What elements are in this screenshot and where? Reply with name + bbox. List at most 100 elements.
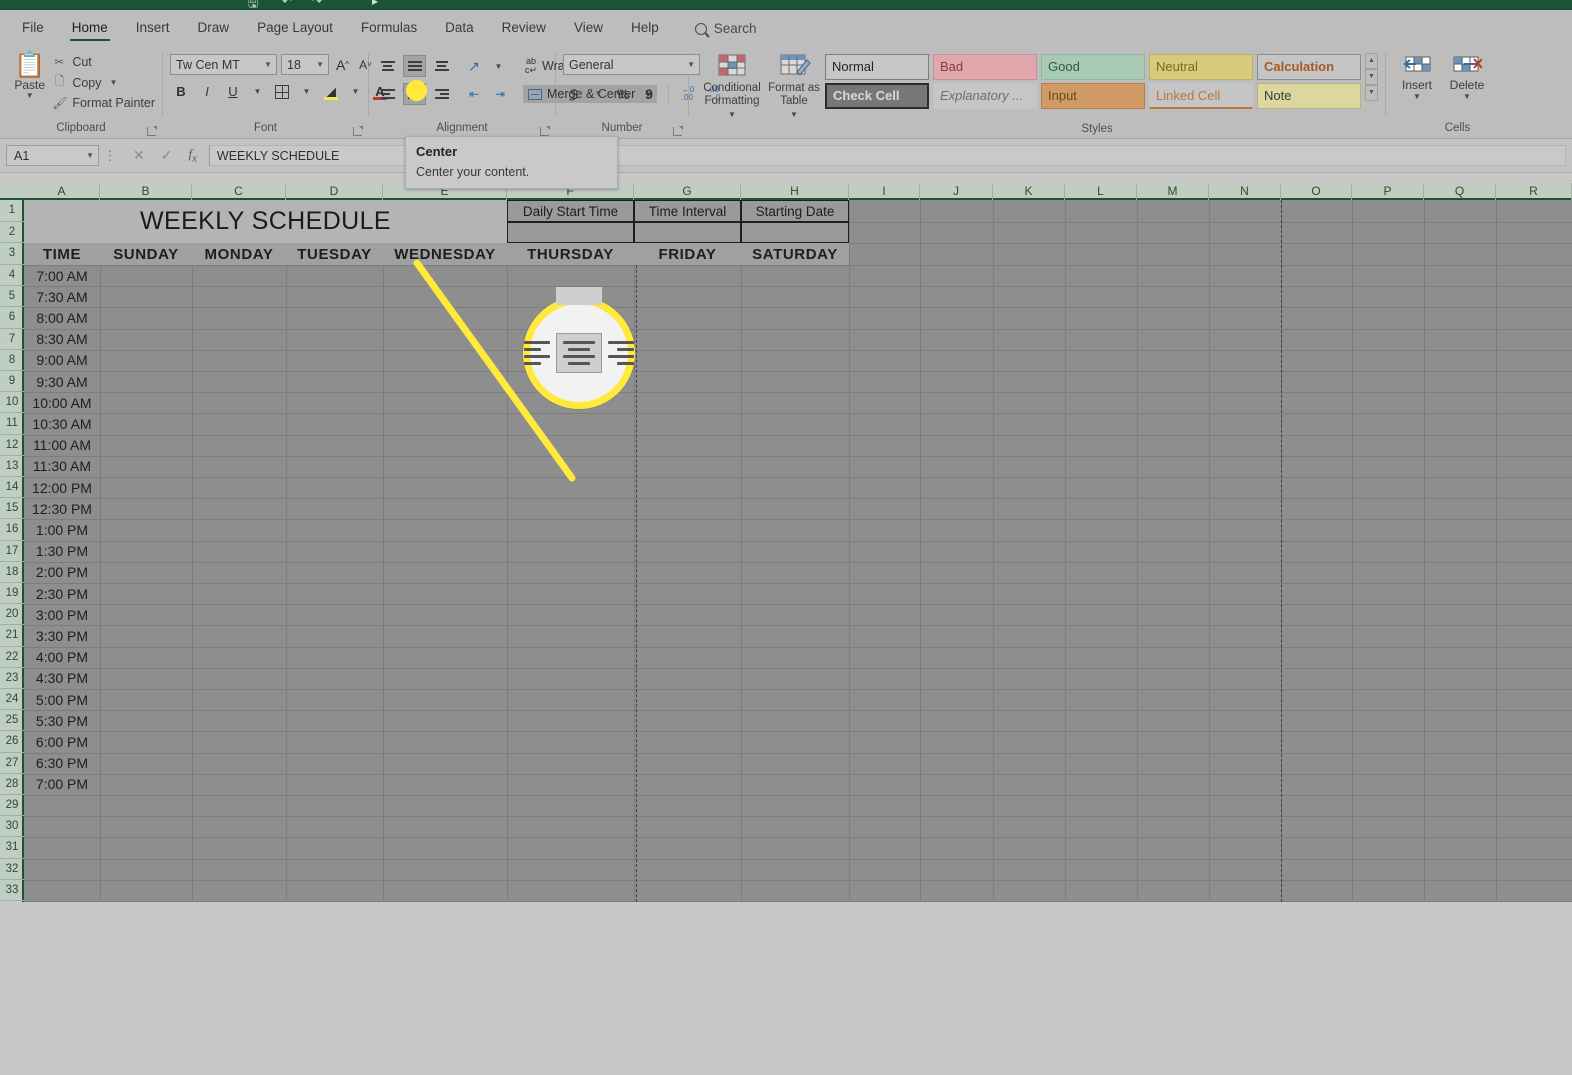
- row-header-11[interactable]: 11: [0, 413, 24, 435]
- decrease-indent-button[interactable]: ⇤: [463, 84, 485, 105]
- align-right-button[interactable]: [430, 83, 453, 105]
- align-middle-button[interactable]: [403, 55, 426, 77]
- scroll-up-icon[interactable]: ▲: [1365, 53, 1378, 69]
- cell-style-good[interactable]: Good: [1041, 54, 1145, 80]
- day-header-thursday[interactable]: THURSDAY: [507, 243, 634, 265]
- column-header-R[interactable]: R: [1496, 183, 1572, 200]
- time-cell[interactable]: 3:30 PM: [24, 625, 100, 646]
- row-header-17[interactable]: 17: [0, 541, 24, 562]
- borders-icon[interactable]: [271, 81, 293, 102]
- time-cell[interactable]: 1:00 PM: [24, 519, 100, 540]
- time-cell[interactable]: 12:00 PM: [24, 477, 100, 498]
- column-header-P[interactable]: P: [1352, 183, 1424, 200]
- row-header-7[interactable]: 7: [0, 329, 24, 350]
- column-header-K[interactable]: K: [993, 183, 1065, 200]
- currency-format-button[interactable]: $: [563, 83, 585, 104]
- time-cell[interactable]: 11:30 AM: [24, 456, 100, 477]
- column-header-L[interactable]: L: [1065, 183, 1137, 200]
- italic-button[interactable]: I: [196, 81, 218, 102]
- time-cell[interactable]: 2:00 PM: [24, 562, 100, 583]
- column-header-A[interactable]: A: [24, 183, 100, 200]
- time-cell[interactable]: 5:30 PM: [24, 710, 100, 731]
- number-format-combo[interactable]: General ▼: [563, 54, 700, 75]
- tab-insert[interactable]: Insert: [122, 14, 184, 43]
- confirm-icon[interactable]: ✓: [161, 147, 173, 164]
- increase-font-size-button[interactable]: A ^: [333, 54, 352, 75]
- row-header-2[interactable]: 2: [0, 222, 24, 243]
- row-header-29[interactable]: 29: [0, 795, 24, 817]
- column-header-G[interactable]: G: [634, 183, 741, 200]
- tab-view[interactable]: View: [560, 14, 617, 43]
- time-cell[interactable]: 9:00 AM: [24, 350, 100, 371]
- row-header-16[interactable]: 16: [0, 519, 24, 541]
- column-header-N[interactable]: N: [1209, 183, 1281, 200]
- row-header-12[interactable]: 12: [0, 435, 24, 456]
- font-size-combo[interactable]: 18 ▼: [281, 54, 329, 75]
- time-cell[interactable]: 6:00 PM: [24, 731, 100, 752]
- cell-style-check-cell[interactable]: Check Cell: [825, 83, 929, 109]
- undo-icon[interactable]: ↶: [282, 0, 292, 8]
- row-header-30[interactable]: 30: [0, 816, 24, 838]
- time-cell[interactable]: 2:30 PM: [24, 583, 100, 604]
- row-header-28[interactable]: 28: [0, 774, 24, 795]
- param-value-2[interactable]: [634, 222, 741, 243]
- row-header-14[interactable]: 14: [0, 477, 24, 499]
- row-header-21[interactable]: 21: [0, 625, 24, 647]
- day-header-tuesday[interactable]: TUESDAY: [286, 243, 383, 265]
- cell-style-neutral[interactable]: Neutral: [1149, 54, 1253, 80]
- row-header-24[interactable]: 24: [0, 689, 24, 711]
- format-painter-button[interactable]: 🖌 Format Painter: [52, 96, 155, 110]
- column-header-J[interactable]: J: [920, 183, 993, 200]
- row-header-4[interactable]: 4: [0, 265, 24, 287]
- time-cell[interactable]: 9:30 AM: [24, 371, 100, 392]
- font-name-combo[interactable]: Tw Cen MT ▼: [170, 54, 277, 75]
- column-header-O[interactable]: O: [1281, 183, 1352, 200]
- row-header-33[interactable]: 33: [0, 880, 24, 901]
- row-header-15[interactable]: 15: [0, 498, 24, 520]
- day-header-monday[interactable]: MONDAY: [192, 243, 286, 265]
- delete-cells-button[interactable]: Delete ▼: [1442, 51, 1492, 101]
- cell-style-input[interactable]: Input: [1041, 83, 1145, 109]
- row-header-13[interactable]: 13: [0, 456, 24, 477]
- copy-button[interactable]: 🗋 Copy ▼: [52, 72, 155, 93]
- insert-cells-button[interactable]: Insert ▼: [1392, 51, 1442, 101]
- alignment-dialog-launcher[interactable]: [540, 126, 550, 136]
- row-header-6[interactable]: 6: [0, 307, 24, 329]
- borders-dropdown[interactable]: ▼: [297, 81, 316, 102]
- row-header-5[interactable]: 5: [0, 286, 24, 308]
- time-cell[interactable]: 12:30 PM: [24, 498, 100, 519]
- row-header-19[interactable]: 19: [0, 583, 24, 605]
- row-header-1[interactable]: 1: [0, 200, 24, 222]
- search-box[interactable]: Search: [694, 21, 757, 36]
- clipboard-dialog-launcher[interactable]: [147, 126, 157, 136]
- cell-grid[interactable]: WEEKLY SCHEDULE Daily Start Time Time Inte…: [24, 200, 1572, 902]
- row-header-10[interactable]: 10: [0, 392, 24, 414]
- row-header-26[interactable]: 26: [0, 731, 24, 753]
- underline-dropdown[interactable]: ▼: [248, 81, 267, 102]
- number-dialog-launcher[interactable]: [673, 126, 683, 136]
- cut-button[interactable]: ✂ Cut: [52, 55, 155, 69]
- row-header-8[interactable]: 8: [0, 350, 24, 371]
- cell-style-normal[interactable]: Normal: [825, 54, 929, 80]
- time-cell[interactable]: 7:00 AM: [24, 265, 100, 286]
- sheet-title-cell[interactable]: WEEKLY SCHEDULE: [24, 200, 507, 243]
- column-header-I[interactable]: I: [849, 183, 920, 200]
- column-header-B[interactable]: B: [100, 183, 192, 200]
- align-top-button[interactable]: [376, 55, 399, 77]
- row-header-18[interactable]: 18: [0, 562, 24, 583]
- orientation-icon[interactable]: ↗: [463, 56, 485, 77]
- comma-format-button[interactable]: 9: [638, 83, 660, 104]
- increase-indent-button[interactable]: ⇥: [489, 84, 511, 105]
- time-cell[interactable]: 7:00 PM: [24, 774, 100, 795]
- param-value-1[interactable]: [507, 222, 634, 243]
- orientation-dropdown[interactable]: ▼: [489, 56, 508, 77]
- percent-format-button[interactable]: %: [612, 83, 634, 104]
- autosave-toggle[interactable]: ▸: [372, 0, 378, 8]
- time-cell[interactable]: 8:00 AM: [24, 307, 100, 328]
- styles-more-icon[interactable]: ▼: [1365, 85, 1378, 101]
- align-left-button[interactable]: [376, 83, 399, 105]
- cell-style-explanatory[interactable]: Explanatory ...: [933, 83, 1037, 109]
- time-cell[interactable]: 5:00 PM: [24, 689, 100, 710]
- tab-formulas[interactable]: Formulas: [347, 14, 431, 43]
- day-header-wednesday[interactable]: WEDNESDAY: [383, 243, 507, 265]
